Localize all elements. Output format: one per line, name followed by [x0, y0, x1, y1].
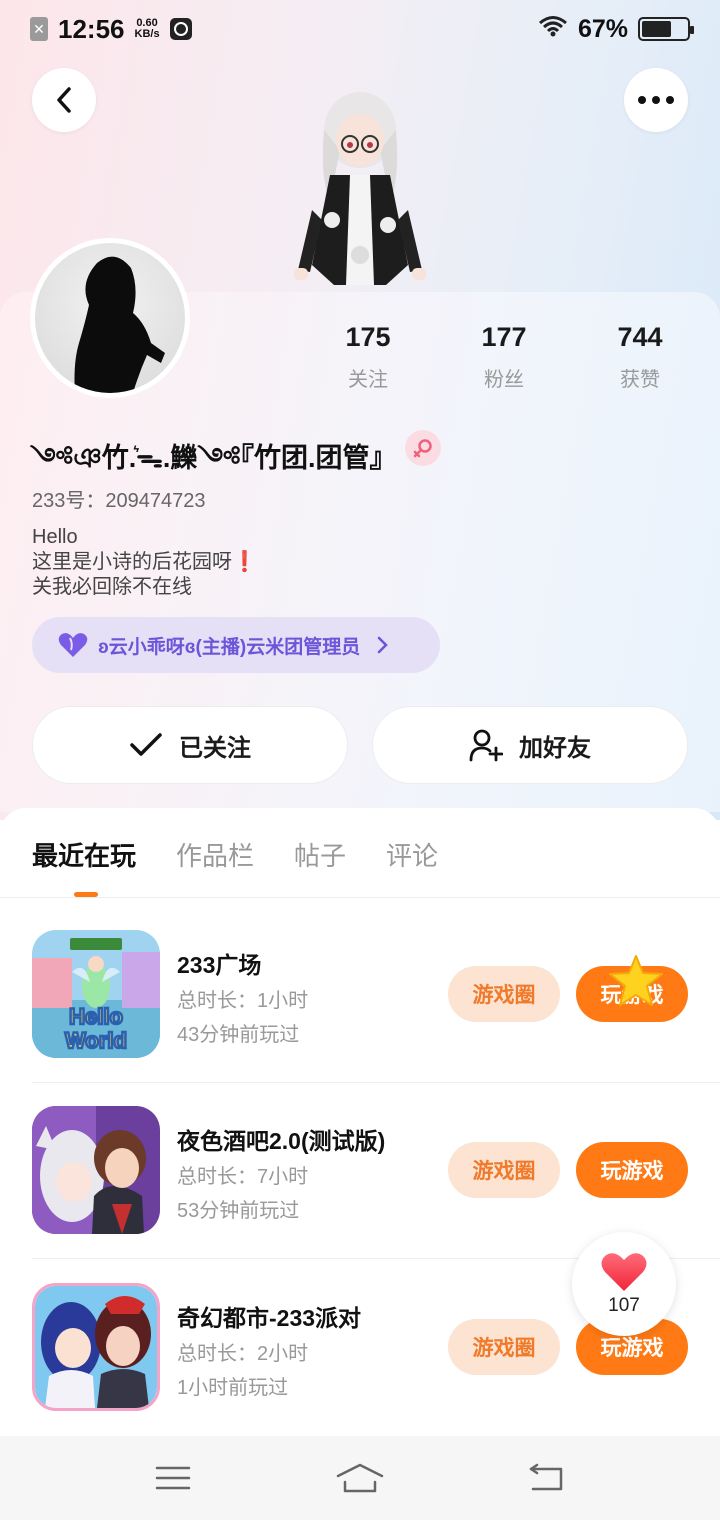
no-sim-icon: ✕: [30, 17, 48, 41]
svg-text:World: World: [65, 1028, 127, 1053]
followed-button[interactable]: 已关注: [32, 706, 348, 784]
more-options-button[interactable]: [624, 68, 688, 132]
followed-button-label: 已关注: [179, 734, 251, 762]
tab-recently-played[interactable]: 最近在玩: [32, 836, 136, 873]
add-friend-button[interactable]: 加好友: [372, 706, 688, 784]
fan-group-tag-label: ʚ云小乖呀ɞ(主播)云米团管理员: [98, 636, 361, 658]
screen-record-icon: [169, 18, 192, 40]
stat-likes-value: 744: [617, 322, 663, 352]
nav-back-button[interactable]: [517, 1458, 577, 1498]
game-circle-button[interactable]: 游戏圈: [448, 1142, 560, 1198]
chevron-left-icon: [57, 87, 71, 113]
character-figure: [290, 90, 430, 295]
status-time: 12:56: [58, 13, 125, 44]
more-dots-icon: [638, 96, 674, 104]
game-icon: [32, 1106, 160, 1234]
bio-line-2: 这里是小诗的后花园呀: [32, 551, 232, 573]
home-icon: [336, 1463, 384, 1493]
back-arrow-icon: [529, 1463, 562, 1491]
game-icon: [32, 1283, 160, 1411]
chevron-right-icon: [377, 636, 388, 654]
like-float-button[interactable]: 107: [572, 1232, 676, 1336]
battery-fill: [642, 21, 672, 37]
bio-line-3: 关我必回除不在线: [32, 576, 192, 598]
game-title: 夜色酒吧2.0(测试版): [177, 1128, 386, 1154]
status-bar: ✕ 12:56 0.60 KB/s 67%: [0, 0, 720, 58]
battery-percent: 67%: [577, 14, 628, 43]
checkmark-icon: [130, 733, 162, 756]
exclamation-emoji-icon: ❗: [232, 551, 257, 573]
battery-icon: [638, 17, 694, 41]
tab-comments[interactable]: 评论: [386, 836, 438, 873]
stat-following-label: 关注: [348, 369, 388, 391]
female-gender-icon: [405, 430, 441, 466]
net-speed: 0.60 KB/s: [135, 18, 160, 40]
menu-icon: [156, 1466, 191, 1490]
back-button[interactable]: [32, 68, 96, 132]
game-duration: 总时长：2小时: [177, 1343, 309, 1365]
game-circle-button[interactable]: 游戏圈: [448, 1319, 560, 1375]
tab-posts[interactable]: 帖子: [294, 836, 346, 873]
bio-line-1: Hello: [32, 526, 78, 548]
game-row[interactable]: 夜色酒吧2.0(测试版) 总时长：7小时 53分钟前玩过 游戏圈 玩游戏: [32, 1106, 688, 1236]
nav-menu-button[interactable]: [143, 1458, 203, 1498]
profile-stats: 175 关注 177 粉丝 744 获赞: [300, 322, 710, 392]
system-nav-bar: [0, 1436, 720, 1520]
user-id: 233号：209474723: [32, 490, 206, 512]
stat-fans-label: 粉丝: [484, 369, 524, 391]
game-circle-button[interactable]: 游戏圈: [448, 966, 560, 1022]
game-title: 233广场: [177, 952, 262, 978]
stat-fans[interactable]: 177 粉丝: [436, 322, 572, 392]
game-icon: Hello World: [32, 930, 160, 1058]
hello-world-logo: Hello: [69, 1004, 123, 1029]
stat-fans-value: 177: [481, 322, 527, 352]
user-bio: Hello 这里是小诗的后花园呀❗ 关我必回除不在线: [32, 525, 257, 600]
nav-home-button[interactable]: [330, 1458, 390, 1498]
game-duration: 总时长：7小时: [177, 1166, 309, 1188]
profile-tabs: 最近在玩 作品栏 帖子 评论: [32, 836, 438, 873]
stat-likes-label: 获赞: [620, 369, 660, 391]
like-count: 107: [608, 1295, 640, 1316]
heart-icon: [601, 1253, 647, 1291]
game-last-played: 43分钟前玩过: [177, 1024, 300, 1046]
game-last-played: 53分钟前玩过: [177, 1200, 300, 1222]
user-avatar[interactable]: [30, 238, 190, 398]
net-speed-unit: KB/s: [134, 28, 160, 40]
add-user-icon: [469, 729, 503, 762]
game-duration: 总时长：1小时: [177, 990, 309, 1012]
play-game-button[interactable]: 玩游戏: [576, 1142, 688, 1198]
stat-following[interactable]: 175 关注: [300, 322, 436, 392]
add-friend-button-label: 加好友: [519, 734, 591, 762]
game-row[interactable]: Hello World 233广场 总时长：1小时 43分钟前玩过 游戏圈 玩游…: [32, 930, 688, 1060]
star-sticker-icon: [606, 952, 666, 1012]
game-title: 奇幻都市-233派对: [177, 1305, 362, 1331]
fan-group-tag[interactable]: ʚ云小乖呀ɞ(主播)云米团管理员: [32, 617, 440, 673]
tabs-divider: [0, 897, 720, 898]
stat-likes[interactable]: 744 获赞: [572, 322, 708, 392]
row-divider: [32, 1082, 720, 1083]
tab-works[interactable]: 作品栏: [176, 836, 254, 873]
wifi-icon: [538, 15, 568, 44]
stat-following-value: 175: [345, 322, 391, 352]
heart-icon: [58, 633, 88, 657]
game-last-played: 1小时前玩过: [177, 1377, 289, 1399]
